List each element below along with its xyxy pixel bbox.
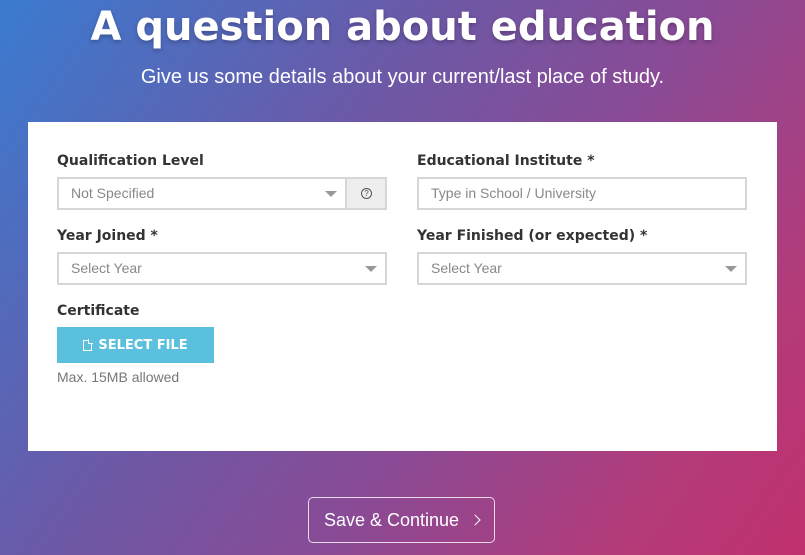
year-finished-label: Year Finished (or expected) * [417, 228, 648, 244]
select-file-label: SELECT FILE [98, 337, 188, 353]
question-circle-icon: ? [361, 188, 372, 199]
select-file-button[interactable]: SELECT FILE [57, 327, 214, 363]
qualification-help-button[interactable]: ? [345, 179, 385, 208]
qualification-value: Not Specified [71, 185, 155, 201]
file-size-hint: Max. 15MB allowed [57, 369, 180, 385]
page-subtitle: Give us some details about your current/… [140, 66, 665, 88]
institute-placeholder: Type in School / University [431, 185, 596, 201]
chevron-down-icon [365, 266, 377, 272]
certificate-label: Certificate [57, 303, 140, 319]
page-title: A question about education [90, 4, 715, 50]
qualification-label: Qualification Level [57, 153, 204, 169]
education-form-card: Qualification Level Not Specified ? Educ… [28, 122, 777, 451]
chevron-right-icon [469, 514, 481, 526]
chevron-down-icon [325, 191, 337, 197]
year-joined-label: Year Joined * [57, 228, 158, 244]
year-finished-select[interactable]: Select Year [417, 252, 747, 285]
year-joined-value: Select Year [71, 260, 142, 276]
qualification-select[interactable]: Not Specified ? [57, 177, 387, 210]
institute-input[interactable]: Type in School / University [417, 177, 747, 210]
year-joined-select[interactable]: Select Year [57, 252, 387, 285]
chevron-down-icon [725, 266, 737, 272]
file-icon [83, 338, 94, 351]
institute-label: Educational Institute * [417, 153, 595, 169]
year-finished-value: Select Year [431, 260, 502, 276]
save-continue-button[interactable]: Save & Continue [308, 497, 495, 543]
save-continue-label: Save & Continue [323, 509, 460, 530]
